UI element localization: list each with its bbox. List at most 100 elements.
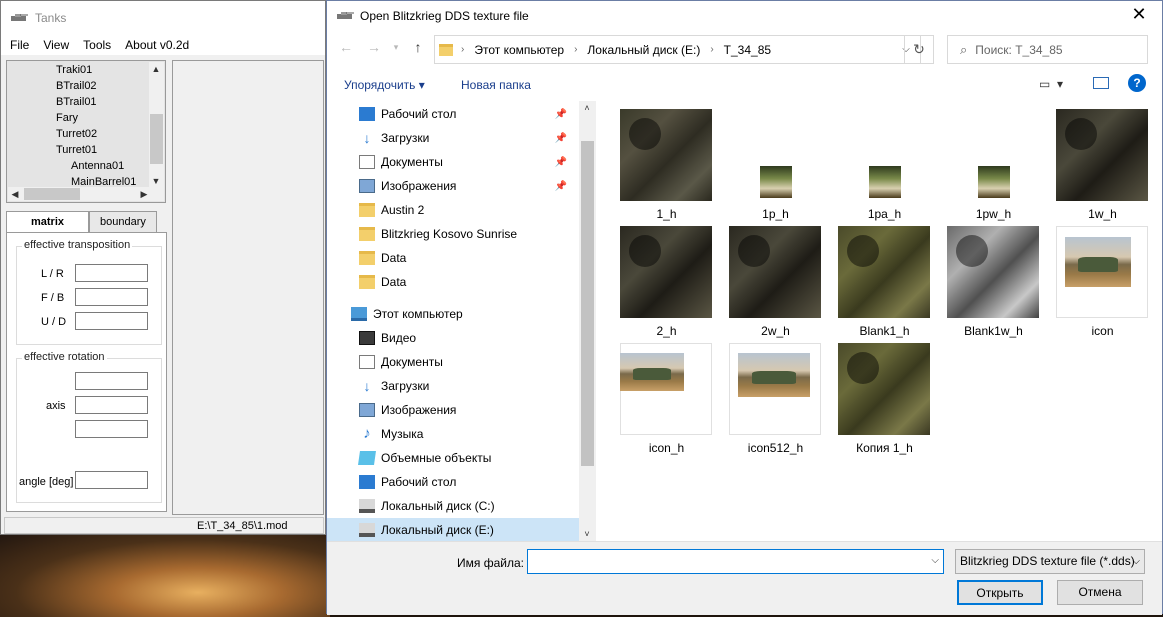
- file-item[interactable]: 1w_h: [1051, 105, 1148, 221]
- file-item[interactable]: 1_h: [615, 105, 712, 221]
- tree-item[interactable]: Fary: [8, 110, 153, 126]
- nav-item[interactable]: Изображения 📌: [327, 174, 579, 198]
- chevron-down-icon[interactable]: ˅: [580, 527, 594, 541]
- nav-item[interactable]: Изображения: [327, 398, 579, 422]
- search-input[interactable]: ⌕ Поиск: T_34_85: [947, 35, 1148, 64]
- tree-vertical-scrollbar[interactable]: ▲ ▼: [149, 62, 164, 188]
- ud-label: U / D: [41, 316, 67, 328]
- menu-about[interactable]: About v0.2d: [125, 38, 189, 52]
- chevron-down-icon[interactable]: ▼: [149, 174, 163, 188]
- tree-hscroll-thumb[interactable]: [24, 188, 80, 200]
- filename-input[interactable]: ⌵: [527, 549, 944, 574]
- recent-chevron-icon[interactable]: ▾: [387, 42, 405, 53]
- tank-app-icon: [337, 12, 354, 19]
- rotation-y-field[interactable]: [75, 396, 148, 414]
- nav-item[interactable]: Data: [327, 270, 579, 294]
- tree-item[interactable]: MainBarrel01: [8, 174, 153, 188]
- file-item[interactable]: 1p_h: [724, 105, 820, 221]
- tree-horizontal-scrollbar[interactable]: ◀ ▶: [8, 187, 164, 201]
- file-item[interactable]: 2_h: [615, 222, 712, 338]
- refresh-icon[interactable]: ↻: [904, 35, 934, 64]
- nav-item[interactable]: Этот компьютер: [327, 302, 579, 326]
- nav-item[interactable]: Рабочий стол: [327, 470, 579, 494]
- nav-item[interactable]: Рабочий стол 📌: [327, 102, 579, 126]
- file-name: Blank1w_h: [964, 324, 1023, 338]
- organize-button[interactable]: Упорядочить ▾: [344, 78, 425, 92]
- chevron-down-icon[interactable]: ⌵: [931, 555, 939, 566]
- nav-item[interactable]: Документы: [327, 350, 579, 374]
- back-arrow-icon[interactable]: ←: [337, 39, 355, 55]
- model-tree[interactable]: Traki01 BTrail02 BTrail01 Fary Turret02 Turre…: [6, 60, 166, 203]
- nav-item[interactable]: ♪ Музыка: [327, 422, 579, 446]
- menu-file[interactable]: File: [10, 38, 29, 52]
- img-icon: [359, 403, 375, 417]
- nav-item-label: Изображения: [381, 403, 457, 417]
- new-folder-button[interactable]: Новая папка: [461, 78, 531, 92]
- menu-view[interactable]: View: [43, 38, 69, 52]
- chevron-right-icon[interactable]: ▶: [137, 187, 151, 201]
- video-icon: [359, 331, 375, 345]
- nav-item[interactable]: Локальный диск (C:): [327, 494, 579, 518]
- file-item[interactable]: icon: [1051, 222, 1148, 338]
- rotation-z-field[interactable]: [75, 420, 148, 438]
- fb-field[interactable]: [75, 288, 148, 306]
- tab-matrix[interactable]: matrix: [6, 211, 90, 233]
- navigation-pane-scrollbar[interactable]: ˄ ˅: [579, 101, 596, 541]
- breadcrumb-this-pc[interactable]: Этот компьютер: [474, 43, 564, 57]
- tree-item[interactable]: Traki01: [8, 62, 153, 78]
- dialog-titlebar[interactable]: Open Blitzkrieg DDS texture file ✕: [327, 1, 1162, 31]
- file-item[interactable]: Blank1_h: [833, 222, 930, 338]
- breadcrumb-drive-e[interactable]: Локальный диск (E:): [587, 43, 700, 57]
- nav-item[interactable]: Видео: [327, 326, 579, 350]
- tanks-titlebar[interactable]: Tanks: [1, 1, 325, 35]
- angle-field[interactable]: [75, 471, 148, 489]
- close-icon[interactable]: ✕: [1129, 4, 1149, 24]
- dialog-navigation-bar: ← → ▾ ↑ › Этот компьютер › Локальный дис…: [327, 33, 1162, 65]
- file-item[interactable]: 1pa_h: [833, 105, 929, 221]
- nav-item-label: Загрузки: [381, 379, 430, 393]
- preview-pane-icon[interactable]: [1093, 77, 1109, 89]
- file-item[interactable]: 2w_h: [724, 222, 821, 338]
- tree-item[interactable]: Turret02: [8, 126, 153, 142]
- file-item[interactable]: Копия 1_h: [833, 339, 930, 455]
- file-item[interactable]: Blank1w_h: [942, 222, 1039, 338]
- nav-item[interactable]: Локальный диск (E:): [327, 518, 579, 541]
- nav-scroll-thumb[interactable]: [581, 141, 594, 466]
- breadcrumb-chevron-icon: ›: [574, 44, 578, 55]
- menu-tools[interactable]: Tools: [83, 38, 111, 52]
- view-options-button[interactable]: ▭ ▾: [1039, 77, 1063, 91]
- chevron-down-icon: ▾: [1057, 77, 1064, 91]
- nav-item[interactable]: Blitzkrieg Kosovo Sunrise: [327, 222, 579, 246]
- file-type-select[interactable]: Blitzkrieg DDS texture file (*.dds) ⌵: [955, 549, 1145, 574]
- tab-boundary[interactable]: boundary: [89, 211, 157, 233]
- tree-item[interactable]: Antenna01: [8, 158, 153, 174]
- open-button[interactable]: Открыть: [957, 580, 1043, 605]
- file-item[interactable]: 1pw_h: [942, 105, 1038, 221]
- up-arrow-icon[interactable]: ↑: [409, 39, 427, 55]
- nav-item[interactable]: Data: [327, 246, 579, 270]
- lr-field[interactable]: [75, 264, 148, 282]
- ud-field[interactable]: [75, 312, 148, 330]
- address-bar[interactable]: › Этот компьютер › Локальный диск (E:) ›…: [434, 35, 921, 64]
- breadcrumb-folder[interactable]: T_34_85: [724, 43, 771, 57]
- rotation-x-field[interactable]: [75, 372, 148, 390]
- cancel-button[interactable]: Отмена: [1057, 580, 1143, 605]
- file-item[interactable]: icon512_h: [724, 339, 821, 455]
- model-viewport[interactable]: [172, 60, 324, 515]
- tree-item[interactable]: Turret01: [8, 142, 153, 158]
- chevron-up-icon[interactable]: ˄: [580, 101, 594, 115]
- nav-item[interactable]: Объемные объекты: [327, 446, 579, 470]
- tree-item[interactable]: BTrail01: [8, 94, 153, 110]
- nav-item[interactable]: Документы 📌: [327, 150, 579, 174]
- chevron-up-icon[interactable]: ▲: [149, 62, 163, 76]
- forward-arrow-icon[interactable]: →: [365, 39, 383, 55]
- nav-item[interactable]: ↓ Загрузки 📌: [327, 126, 579, 150]
- help-icon[interactable]: ?: [1128, 74, 1146, 92]
- tree-item[interactable]: BTrail02: [8, 78, 153, 94]
- file-item[interactable]: icon_h: [615, 339, 712, 455]
- chevron-left-icon[interactable]: ◀: [8, 187, 22, 201]
- nav-item[interactable]: ↓ Загрузки: [327, 374, 579, 398]
- nav-item[interactable]: Austin 2: [327, 198, 579, 222]
- download-icon: ↓: [363, 130, 371, 146]
- tree-scroll-thumb[interactable]: [150, 114, 163, 164]
